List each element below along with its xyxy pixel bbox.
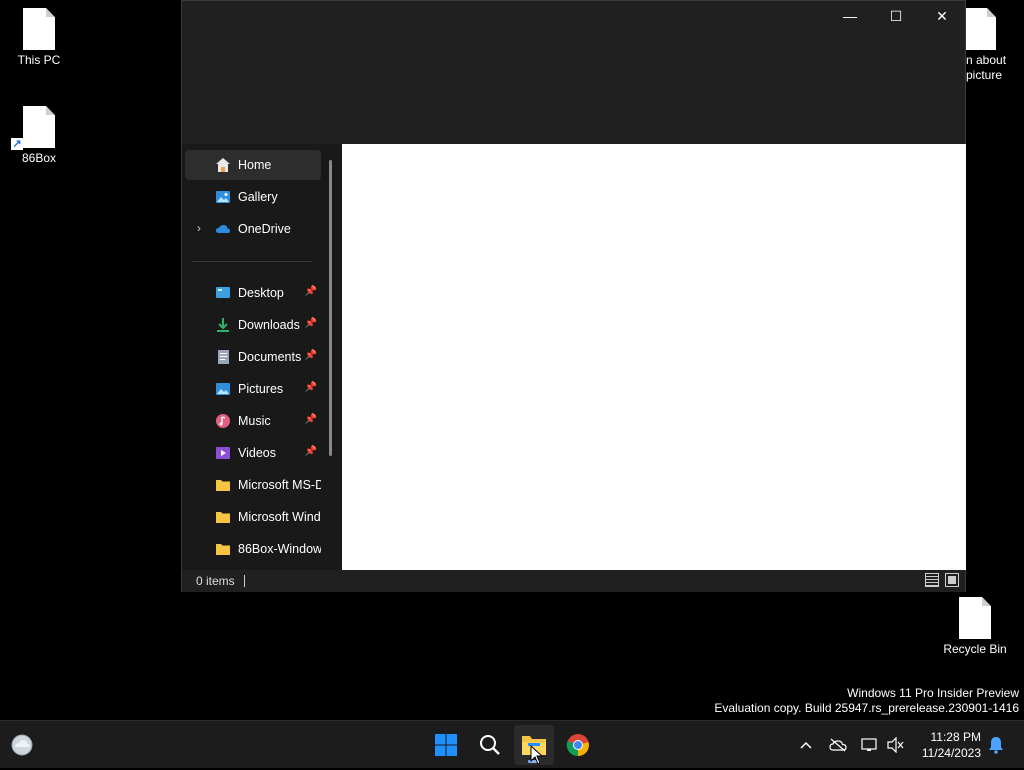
evaluation-watermark: Windows 11 Pro Insider Preview Evaluatio…: [714, 686, 1019, 716]
nav-item-label: Gallery: [238, 190, 278, 204]
desktop-icon-label: 86Box: [21, 151, 57, 165]
file-icon: [23, 106, 55, 148]
clock[interactable]: 11:28 PM 11/24/2023: [922, 729, 981, 761]
item-count: 0 items: [196, 574, 235, 588]
details-view-button[interactable]: [925, 573, 939, 587]
chrome-icon: [566, 734, 589, 757]
window-controls: — ☐ ✕: [827, 1, 965, 31]
desktop-icon-recycle-bin[interactable]: Recycle Bin: [935, 597, 1015, 657]
pictures-icon: [215, 381, 231, 397]
nav-item-home[interactable]: Home: [185, 150, 321, 180]
title-bar[interactable]: — ☐ ✕: [182, 1, 965, 143]
close-button[interactable]: ✕: [919, 1, 965, 31]
file-icon: [964, 8, 996, 50]
chevron-right-icon[interactable]: ›: [197, 221, 201, 235]
nav-divider: [192, 261, 312, 262]
folder-icon: [215, 541, 231, 557]
status-divider: [243, 575, 245, 587]
nav-item-desktop[interactable]: Desktop 📌: [185, 278, 321, 308]
recycle-bin-icon: [959, 597, 991, 639]
show-hidden-icons-button[interactable]: [796, 735, 816, 755]
maximize-icon: ☐: [889, 7, 903, 24]
desktop-folder-icon: [215, 285, 231, 301]
onedrive-icon: [215, 221, 231, 237]
desktop-icon-label: This PC: [17, 53, 61, 67]
volume-tray-button[interactable]: [886, 735, 906, 755]
folder-icon: [215, 509, 231, 525]
start-button[interactable]: [426, 725, 466, 765]
windows-logo-icon: [435, 734, 457, 756]
nav-item-music[interactable]: Music 📌: [185, 406, 321, 436]
nav-item-gallery[interactable]: Gallery: [185, 182, 321, 212]
bell-icon: [989, 737, 1003, 754]
nav-item-label: Microsoft MS-D: [238, 478, 321, 492]
nav-item-downloads[interactable]: Downloads 📌: [185, 310, 321, 340]
folder-icon: [215, 477, 231, 493]
nav-scrollbar[interactable]: [329, 160, 332, 456]
shortcut-arrow-icon: ↗: [11, 138, 23, 150]
onedrive-offline-icon: [829, 738, 847, 752]
pointer-icon: [530, 744, 544, 765]
onedrive-tray-button[interactable]: [828, 735, 848, 755]
pin-icon: 📌: [304, 318, 317, 329]
nav-item-folder-ms-windows[interactable]: Microsoft Wind: [185, 502, 321, 532]
chevron-up-icon: [800, 741, 812, 749]
documents-icon: [215, 349, 231, 365]
gallery-icon: [215, 189, 231, 205]
view-toggle: [925, 573, 959, 587]
nav-item-folder-ms-dos[interactable]: Microsoft MS-D: [185, 470, 321, 500]
file-explorer-window[interactable]: — ☐ ✕ Home Gallery › OneDrive Desktop 📌 …: [181, 0, 966, 592]
mouse-cursor: [530, 744, 544, 770]
navigation-pane[interactable]: Home Gallery › OneDrive Desktop 📌 Downlo…: [182, 144, 342, 570]
weather-widget[interactable]: [2, 725, 42, 765]
weather-icon: [11, 734, 33, 756]
pin-icon: 📌: [304, 382, 317, 393]
desktop-icon-label: Recycle Bin: [943, 642, 1007, 656]
pin-icon: 📌: [304, 446, 317, 457]
music-icon: [215, 413, 231, 429]
desktop-icon-86box[interactable]: ↗ 86Box: [0, 106, 79, 166]
status-bar: 0 items: [182, 570, 965, 592]
nav-item-pictures[interactable]: Pictures 📌: [185, 374, 321, 404]
nav-item-documents[interactable]: Documents 📌: [185, 342, 321, 372]
maximize-button[interactable]: ☐: [873, 1, 919, 31]
clock-time: 11:28 PM: [930, 730, 981, 744]
network-icon: [861, 738, 877, 751]
volume-muted-icon: [887, 737, 904, 753]
minimize-button[interactable]: —: [827, 1, 873, 31]
watermark-line1: Windows 11 Pro Insider Preview: [847, 686, 1019, 700]
network-tray-button[interactable]: [860, 735, 880, 755]
clock-date: 11/24/2023: [921, 746, 981, 760]
videos-icon: [215, 445, 231, 461]
nav-item-label: OneDrive: [238, 222, 291, 236]
close-icon: ✕: [936, 7, 948, 24]
notifications-button[interactable]: [986, 735, 1006, 755]
taskbar: 11:28 PM 11/24/2023: [0, 720, 1024, 768]
pin-icon: 📌: [304, 350, 317, 361]
nav-item-label: Microsoft Wind: [238, 510, 321, 524]
search-button[interactable]: [470, 725, 510, 765]
nav-item-videos[interactable]: Videos 📌: [185, 438, 321, 468]
nav-item-onedrive[interactable]: › OneDrive: [185, 214, 321, 244]
file-icon: [23, 8, 55, 50]
pin-icon: 📌: [304, 286, 317, 297]
nav-item-label: Home: [238, 158, 272, 172]
nav-item-label: 86Box-Windows: [238, 542, 321, 556]
chrome-taskbar-button[interactable]: [558, 725, 598, 765]
large-icons-view-button[interactable]: [945, 573, 959, 587]
file-list-area[interactable]: [342, 144, 966, 570]
home-icon: [215, 157, 231, 173]
search-icon: [480, 735, 500, 755]
minimize-icon: —: [843, 8, 857, 24]
watermark-line2: Evaluation copy. Build 25947.rs_prerelea…: [714, 701, 1019, 715]
downloads-icon: [215, 317, 231, 333]
nav-item-folder-86box[interactable]: 86Box-Windows: [185, 534, 321, 564]
desktop-icon-this-pc[interactable]: This PC: [0, 8, 79, 68]
pin-icon: 📌: [304, 414, 317, 425]
